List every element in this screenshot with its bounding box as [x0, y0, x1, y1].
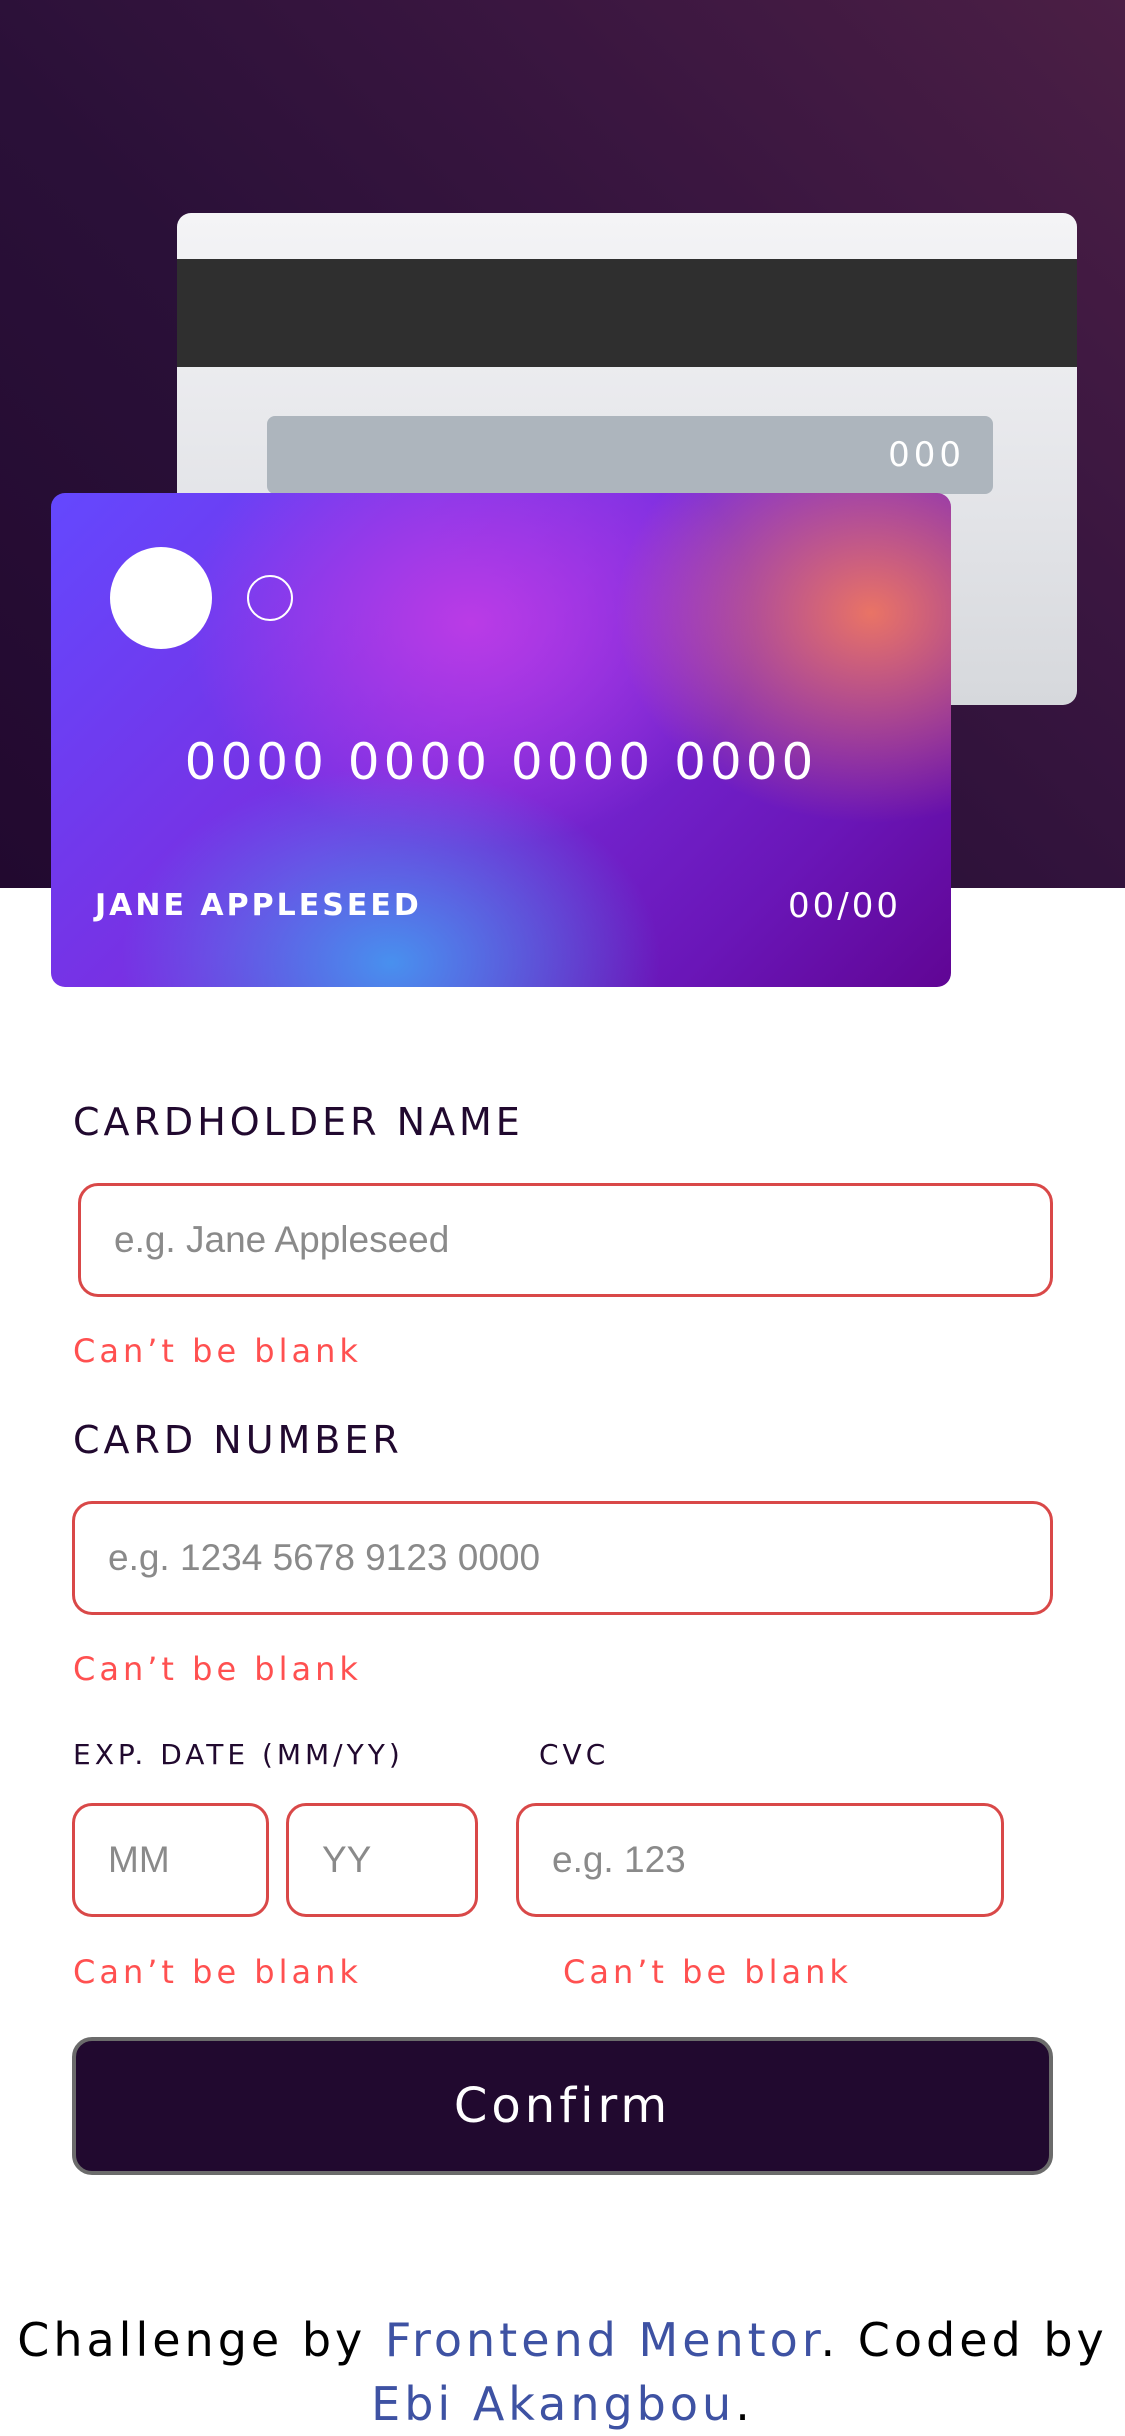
expiry-error: Can’t be blank [73, 1953, 362, 1991]
frontend-mentor-link[interactable]: Frontend Mentor [385, 2313, 821, 2367]
expiry-year-input[interactable] [286, 1803, 478, 1917]
cvc-label: CVC [539, 1738, 610, 1771]
card-logo-circle-outline-icon [247, 575, 293, 621]
card-number-error: Can’t be blank [73, 1650, 362, 1688]
expiry-label: EXP. DATE (MM/YY) [73, 1738, 404, 1771]
cardholder-name-input[interactable] [78, 1183, 1053, 1297]
cvc-error: Can’t be blank [563, 1953, 852, 1991]
cvc-input[interactable] [516, 1803, 1004, 1917]
author-link[interactable]: Ebi Akangbou [371, 2377, 735, 2431]
cardholder-label: CARDHOLDER NAME [73, 1100, 524, 1144]
attribution-footer: Challenge by Frontend Mentor. Coded by E… [0, 2308, 1125, 2436]
card-logo-circle-filled-icon [110, 547, 212, 649]
footer-middle: . Coded by [820, 2313, 1108, 2367]
expiry-month-input[interactable] [72, 1803, 269, 1917]
card-number-input[interactable] [72, 1501, 1053, 1615]
cardholder-error: Can’t be blank [73, 1332, 362, 1370]
card-number-label: CARD NUMBER [73, 1418, 403, 1462]
card-cvc: 000 [888, 435, 965, 475]
card-holder-display: JANE APPLESEED [95, 888, 422, 923]
footer-prefix: Challenge by [17, 2313, 385, 2367]
card-front: 0000 0000 0000 0000 JANE APPLESEED 00/00 [51, 493, 951, 987]
footer-suffix: . [735, 2377, 754, 2431]
signature-strip: 000 [267, 416, 993, 494]
card-expiry-display: 00/00 [788, 886, 901, 926]
magnetic-stripe [177, 259, 1077, 367]
card-number-display: 0000 0000 0000 0000 [184, 733, 818, 791]
confirm-button[interactable]: Confirm [72, 2037, 1053, 2175]
